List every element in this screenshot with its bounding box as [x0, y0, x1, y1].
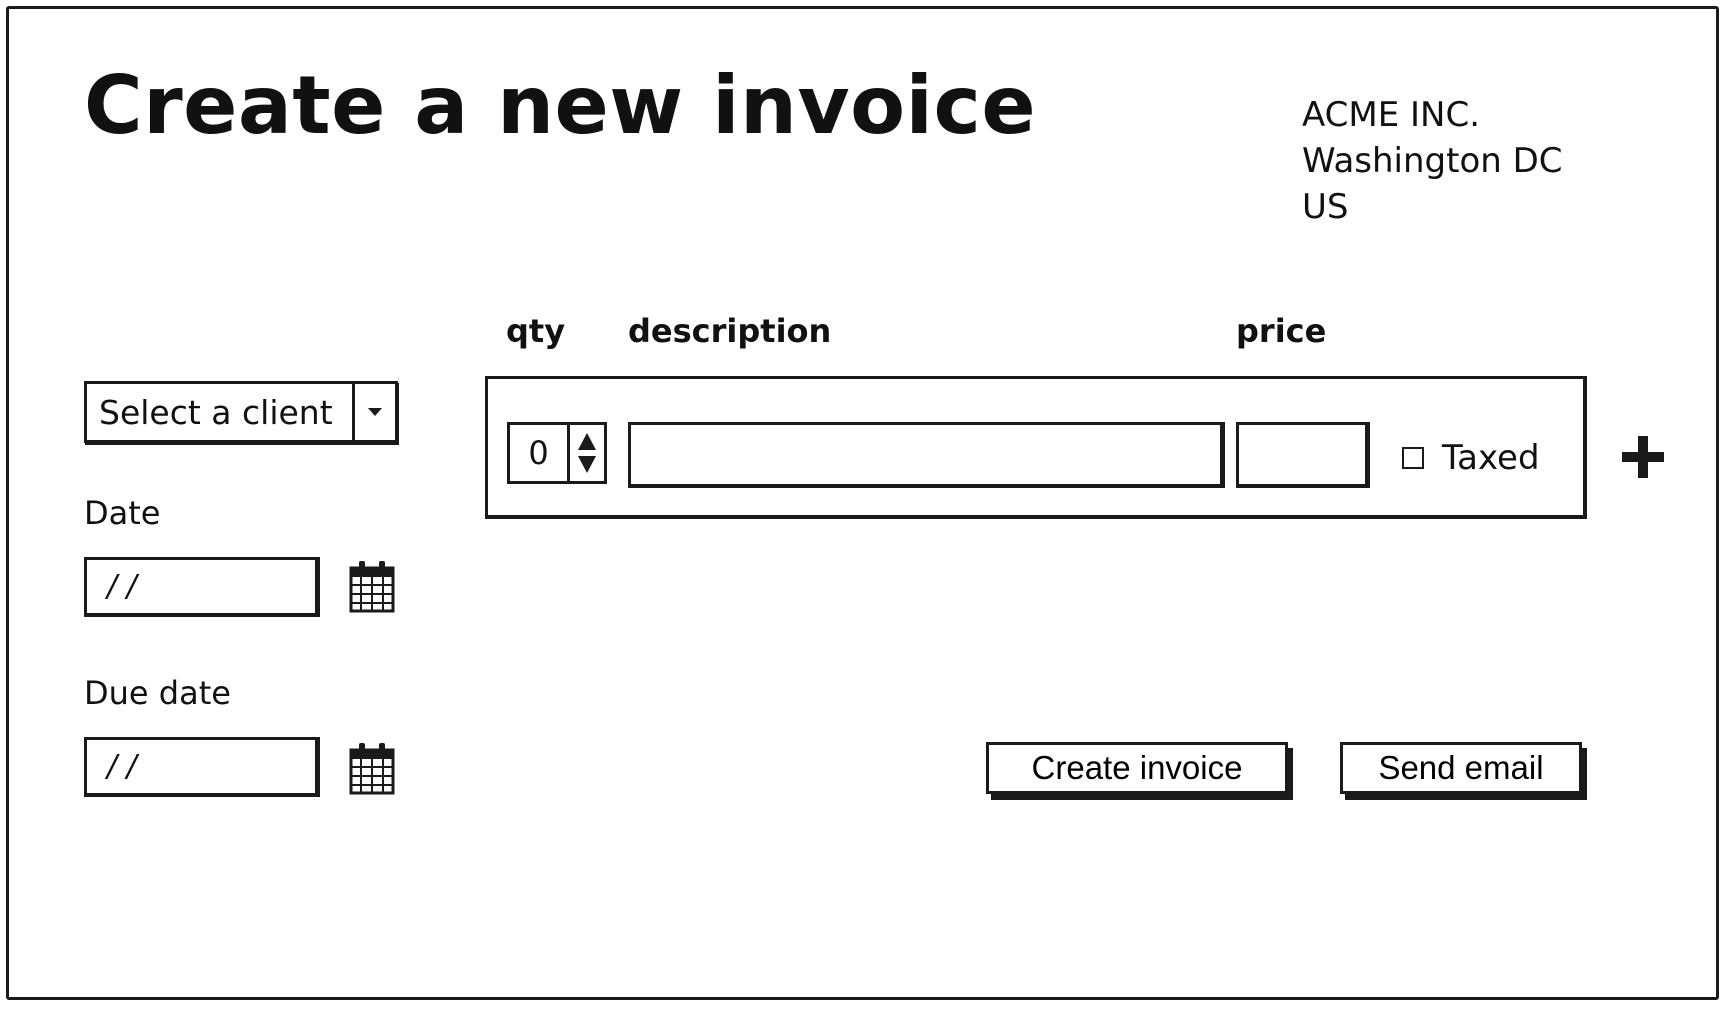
taxed-label: Taxed	[1442, 438, 1540, 478]
page-title: Create a new invoice	[84, 59, 1037, 152]
due-date-field[interactable]: / /	[84, 737, 320, 797]
up-down-arrows-icon[interactable]	[567, 425, 604, 481]
send-email-button[interactable]: Send email	[1340, 742, 1582, 794]
column-header-qty: qty	[506, 312, 566, 350]
create-invoice-button[interactable]: Create invoice	[986, 742, 1288, 794]
company-city: Washington DC	[1302, 141, 1563, 181]
company-address: ACME INC. Washington DC US	[1302, 92, 1563, 230]
company-country: US	[1302, 187, 1349, 227]
chevron-down-icon[interactable]	[352, 384, 395, 440]
calendar-icon[interactable]	[348, 560, 396, 614]
description-field[interactable]	[628, 422, 1225, 488]
quantity-value[interactable]: 0	[510, 425, 567, 481]
client-select[interactable]: Select a client	[84, 381, 398, 443]
checkbox-icon[interactable]	[1402, 447, 1424, 469]
price-field[interactable]	[1236, 422, 1370, 488]
client-select-value: Select a client	[99, 392, 333, 432]
company-name: ACME INC.	[1302, 95, 1481, 135]
calendar-icon[interactable]	[348, 742, 396, 796]
date-field[interactable]: / /	[84, 557, 320, 617]
due-date-label: Due date	[84, 674, 231, 712]
plus-icon[interactable]	[1620, 434, 1666, 480]
date-label: Date	[84, 494, 161, 532]
taxed-checkbox[interactable]: Taxed	[1402, 438, 1540, 478]
quantity-stepper[interactable]: 0	[507, 422, 607, 484]
column-header-price: price	[1236, 312, 1327, 350]
column-header-description: description	[628, 312, 832, 350]
